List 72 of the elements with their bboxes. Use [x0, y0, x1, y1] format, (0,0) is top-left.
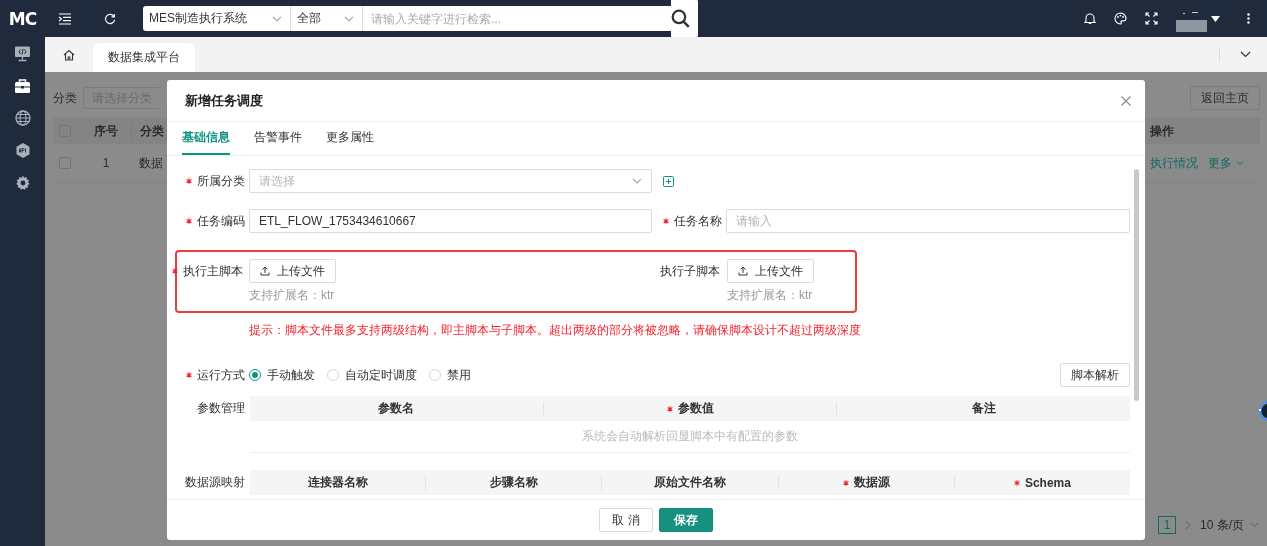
field-label: 任务名称 [674, 212, 722, 230]
column-header: 操作 [1150, 122, 1174, 140]
chevron-down-icon[interactable] [1240, 51, 1251, 58]
column-header: 参数名 [378, 400, 415, 417]
field-label: 任务编码 [197, 212, 245, 230]
field-label: 所属分类 [197, 172, 245, 190]
dialog-tab[interactable]: 告警事件 [254, 122, 302, 155]
bell-icon[interactable] [1084, 12, 1096, 25]
task-code-field[interactable]: ETL_FLOW_1753434610667 [249, 209, 652, 233]
upload-icon [260, 266, 270, 276]
palette-icon[interactable] [1114, 12, 1127, 25]
field-label: 参数管理 [197, 400, 245, 417]
table-cell-text: 数据 [138, 154, 163, 172]
column-header: 原始文件名称 [654, 474, 726, 491]
column-header: 备注 [971, 400, 996, 417]
caret-icon[interactable] [1211, 15, 1220, 22]
app-logo[interactable]: MC [0, 8, 45, 29]
upload-icon [738, 266, 748, 276]
briefcase-icon[interactable] [14, 78, 31, 94]
filter-label: 分类 [53, 89, 77, 107]
fullscreen-icon[interactable] [1145, 12, 1158, 25]
monitor-icon[interactable] [14, 45, 31, 62]
chevron-down-icon [632, 178, 642, 184]
cancel-button[interactable]: 取 消 [599, 508, 653, 532]
refresh-icon[interactable] [104, 12, 116, 25]
task-name-field[interactable]: 请输入 [726, 209, 1130, 233]
column-header: 连接器名称 [307, 474, 368, 491]
notice-text: 提示：脚本文件最多支持两级结构，即主脚本与子脚本。超出两级的部分将被忽略，请确保脚本设计不超过两级深度 [249, 322, 862, 339]
api-icon[interactable] [14, 142, 31, 159]
upload-button[interactable]: 上传文件 [249, 259, 336, 283]
field-label: 执行主脚本 [183, 262, 243, 280]
search-field[interactable]: 请输入关键字进行检索... [363, 6, 671, 31]
column-header: 参数值 [677, 400, 714, 417]
field-label: 执行子脚本 [660, 262, 720, 280]
column-header: 数据源 [853, 474, 890, 491]
scrollbar[interactable] [1134, 169, 1139, 401]
add-icon[interactable] [663, 175, 674, 187]
field-label: 运行方式 [197, 366, 245, 384]
dialog-title: 新增任务调度 [185, 91, 263, 110]
dialog-tab[interactable]: 基础信息 [182, 122, 230, 155]
page-size-select[interactable]: 10 条/页 [1200, 516, 1259, 534]
chevron-down-icon [344, 15, 354, 22]
column-header: 分类 [139, 122, 164, 140]
settings-icon[interactable] [14, 175, 31, 191]
empty-text: 系统会自动解析回显脚本中有配置的参数 [250, 421, 1130, 453]
page-tab[interactable]: 数据集成平台 [93, 43, 195, 72]
home-icon[interactable] [63, 48, 75, 61]
more-icon[interactable] [1247, 13, 1250, 24]
menu-fold-icon[interactable] [58, 12, 72, 25]
chevron-down-icon [272, 15, 282, 22]
chevron-down-icon [1250, 522, 1259, 528]
back-home-button[interactable]: 返回主页 [1190, 86, 1260, 110]
dialog-tab[interactable]: 更多属性 [326, 122, 374, 155]
search-icon[interactable] [671, 0, 698, 38]
column-header: 序号 [81, 122, 132, 140]
column-header: 步骤名称 [489, 474, 538, 491]
table-cell-text: 1 [101, 156, 111, 170]
save-button[interactable]: 保存 [658, 508, 713, 532]
column-header: Schema [1024, 475, 1071, 490]
scope-select[interactable]: 全部 [291, 6, 363, 31]
field-label: 数据源映射 [185, 474, 245, 491]
radio-option[interactable]: 手动触发 [249, 366, 315, 384]
radio-option[interactable]: 自动定时调度 [327, 366, 417, 384]
system-select[interactable]: MES制造执行系统 [143, 6, 291, 31]
chevron-down-icon [1236, 160, 1244, 166]
close-icon[interactable] [1121, 95, 1131, 106]
hint-text: 支持扩展名：ktr [249, 287, 336, 304]
upload-button[interactable]: 上传文件 [727, 259, 814, 283]
radio-option[interactable]: 禁用 [429, 366, 471, 384]
parse-script-button[interactable]: 脚本解析 [1060, 363, 1130, 387]
hint-text: 支持扩展名：ktr [727, 287, 814, 304]
globe-icon[interactable] [14, 110, 31, 126]
